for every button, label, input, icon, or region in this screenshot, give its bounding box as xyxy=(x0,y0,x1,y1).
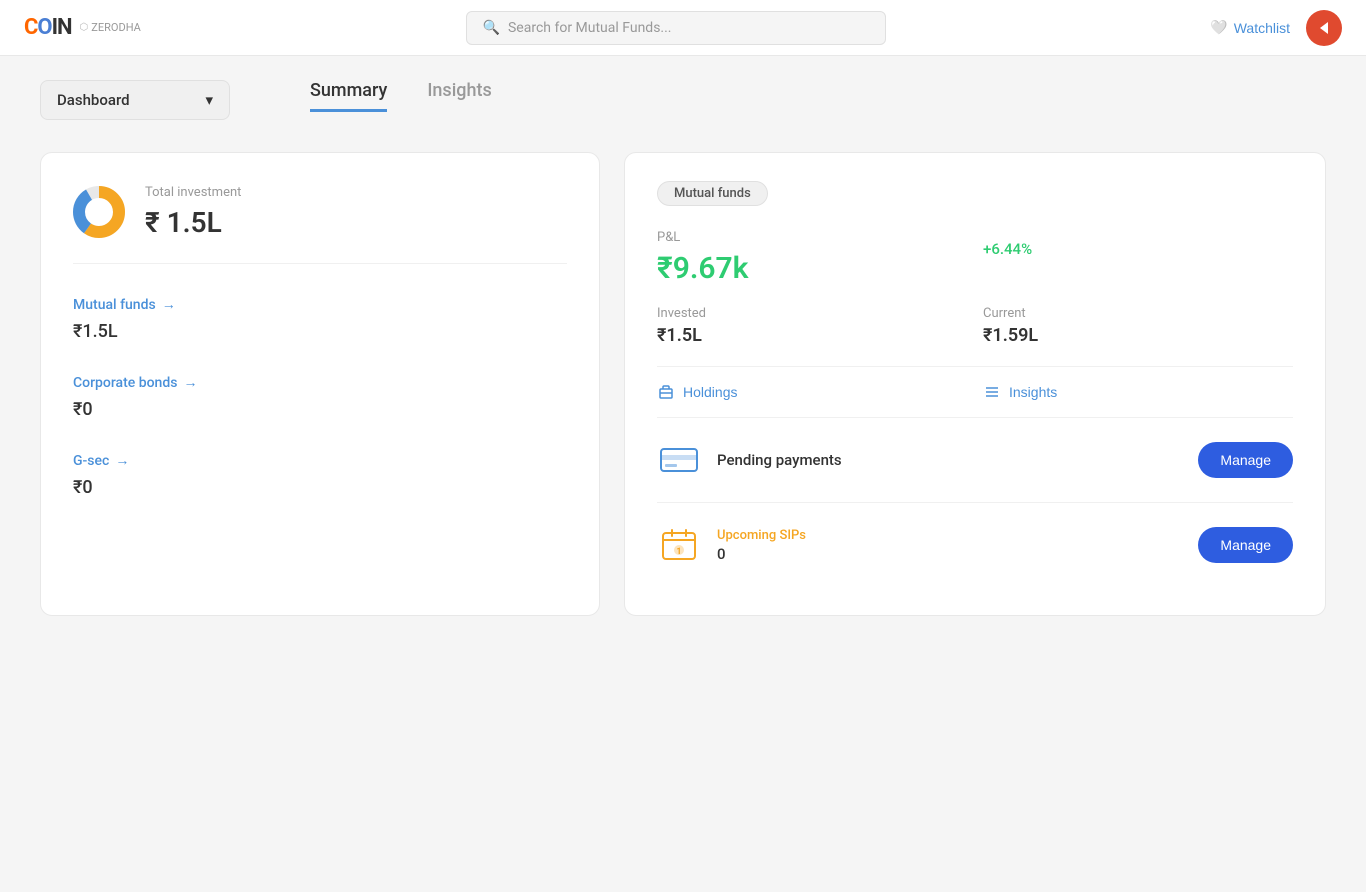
invested-current-section: Invested ₹1.5L Current ₹1.59L xyxy=(657,306,1293,346)
left-card: Total investment ₹ 1.5L Mutual funds → ₹… xyxy=(40,152,600,616)
briefcase-icon xyxy=(657,383,675,401)
insights-button[interactable]: Insights xyxy=(983,383,1293,401)
pending-payments-label: Pending payments xyxy=(717,451,1182,469)
pnl-section: P&L ₹9.67k +6.44% xyxy=(657,230,1293,286)
search-placeholder: Search for Mutual Funds... xyxy=(508,20,672,36)
heart-icon: 🤍 xyxy=(1210,19,1227,36)
pie-chart-icon xyxy=(73,186,125,238)
gsec-amount: ₹0 xyxy=(73,477,567,498)
search-icon: 🔍 xyxy=(483,20,500,36)
holdings-insights-row: Holdings Insights xyxy=(657,383,1293,401)
pnl-right: +6.44% xyxy=(983,230,1293,286)
sip-info: Upcoming SIPs 0 xyxy=(717,528,806,563)
right-card: Mutual funds P&L ₹9.67k +6.44% Invested … xyxy=(624,152,1326,616)
divider-1 xyxy=(657,366,1293,367)
corporate-bonds-section: Corporate bonds → ₹0 xyxy=(73,374,567,420)
chevron-down-icon: ▾ xyxy=(205,91,213,109)
corporate-bonds-amount: ₹0 xyxy=(73,399,567,420)
sip-icon: 1 xyxy=(657,523,701,567)
total-investment-value: ₹ 1.5L xyxy=(145,206,241,239)
back-icon xyxy=(1316,20,1332,36)
pnl-percent: +6.44% xyxy=(983,230,1293,258)
pending-payments-section: Pending payments Manage xyxy=(657,417,1293,502)
zerodha-label: ZERODHA xyxy=(80,21,141,34)
invested-value: ₹1.5L xyxy=(657,325,967,346)
main-header: COIN ZERODHA 🔍 Search for Mutual Funds..… xyxy=(0,0,1366,56)
total-investment-section: Total investment ₹ 1.5L xyxy=(73,185,567,264)
logo: COIN xyxy=(24,15,72,40)
arrow-right-icon-2: → xyxy=(183,374,197,391)
arrow-right-icon-3: → xyxy=(115,452,129,469)
invested-label: Invested xyxy=(657,306,967,321)
top-bar: Dashboard ▾ Summary Insights xyxy=(40,80,1326,120)
mutual-funds-badge: Mutual funds xyxy=(657,181,768,206)
upcoming-sips-section: 1 Upcoming SIPs 0 Manage xyxy=(657,502,1293,587)
gsec-link[interactable]: G-sec → xyxy=(73,452,567,469)
total-investment-label: Total investment xyxy=(145,185,241,200)
upcoming-sips-count: 0 xyxy=(717,545,806,563)
invested-section: Invested ₹1.5L xyxy=(657,306,967,346)
watchlist-button[interactable]: 🤍 Watchlist xyxy=(1210,19,1290,36)
mutual-funds-link[interactable]: Mutual funds → xyxy=(73,296,567,313)
search-container: 🔍 Search for Mutual Funds... xyxy=(141,11,1210,45)
current-value: ₹1.59L xyxy=(983,325,1293,346)
logo-area: COIN ZERODHA xyxy=(24,15,141,40)
arrow-right-icon: → xyxy=(162,296,176,313)
svg-text:1: 1 xyxy=(676,547,681,557)
credit-card-icon xyxy=(659,444,699,476)
manage-payments-button[interactable]: Manage xyxy=(1198,442,1293,478)
investment-info: Total investment ₹ 1.5L xyxy=(145,185,241,239)
dashboard-dropdown[interactable]: Dashboard ▾ xyxy=(40,80,230,120)
holdings-button[interactable]: Holdings xyxy=(657,383,967,401)
pnl-left: P&L ₹9.67k xyxy=(657,230,967,286)
tabs-container: Summary Insights xyxy=(310,80,492,116)
pnl-label: P&L xyxy=(657,230,967,245)
back-button[interactable] xyxy=(1306,10,1342,46)
content-grid: Total investment ₹ 1.5L Mutual funds → ₹… xyxy=(40,152,1326,616)
current-section: Current ₹1.59L xyxy=(983,306,1293,346)
mutual-funds-section: Mutual funds → ₹1.5L xyxy=(73,296,567,342)
manage-sips-button[interactable]: Manage xyxy=(1198,527,1293,563)
corporate-bonds-link[interactable]: Corporate bonds → xyxy=(73,374,567,391)
calendar-icon: 1 xyxy=(659,525,699,565)
header-right: 🤍 Watchlist xyxy=(1210,10,1342,46)
main-content: Dashboard ▾ Summary Insights Total inves… xyxy=(0,56,1366,640)
list-icon xyxy=(983,383,1001,401)
tab-insights[interactable]: Insights xyxy=(427,80,491,112)
search-bar[interactable]: 🔍 Search for Mutual Funds... xyxy=(466,11,886,45)
gsec-section: G-sec → ₹0 xyxy=(73,452,567,498)
pending-payments-icon xyxy=(657,438,701,482)
current-label: Current xyxy=(983,306,1293,321)
mutual-funds-amount: ₹1.5L xyxy=(73,321,567,342)
pnl-value: ₹9.67k xyxy=(657,251,967,286)
upcoming-sips-label: Upcoming SIPs xyxy=(717,528,806,543)
tab-summary[interactable]: Summary xyxy=(310,80,387,112)
